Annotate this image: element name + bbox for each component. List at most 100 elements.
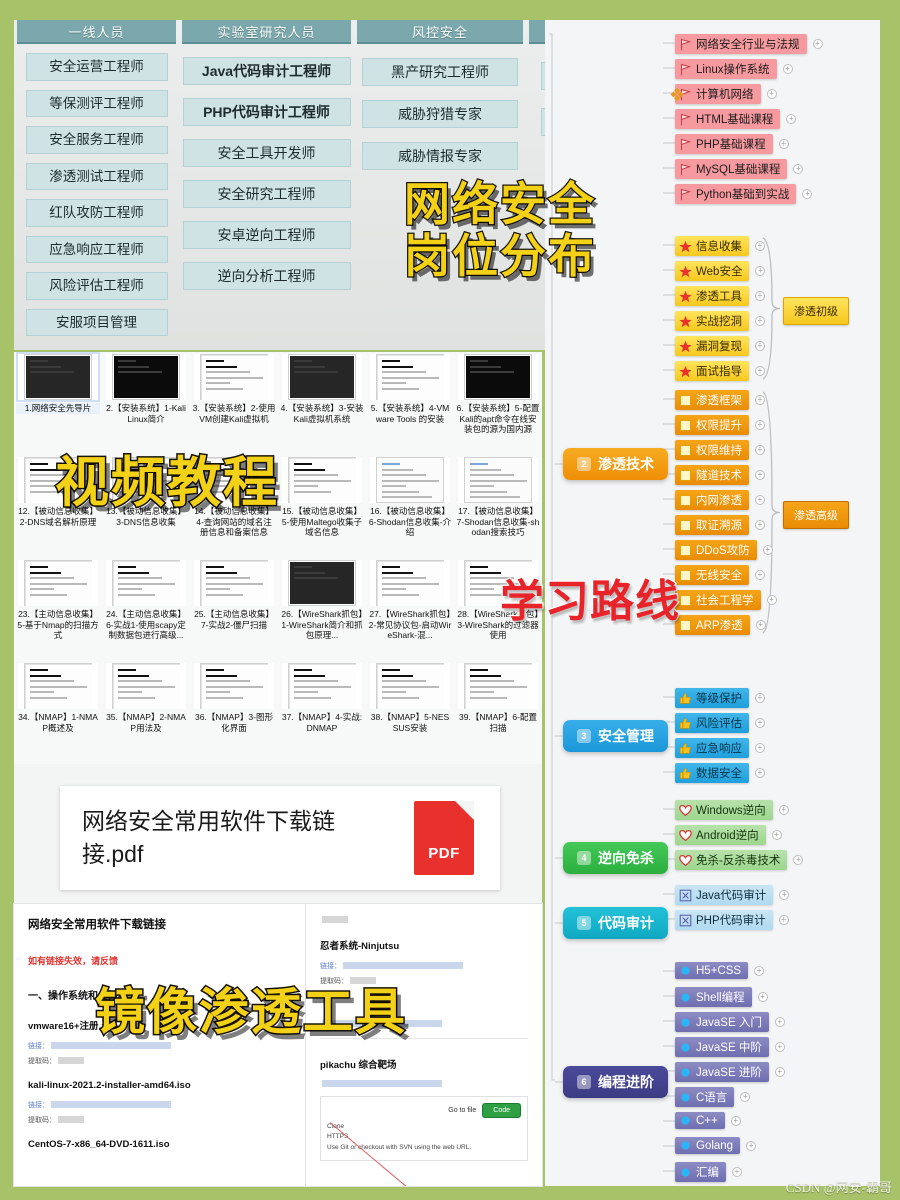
mindmap-node-pentest-basic[interactable]: Web安全 + <box>675 261 766 281</box>
expand-node-button[interactable]: + <box>755 366 765 376</box>
expand-node-button[interactable]: + <box>755 395 765 405</box>
mindmap-node-programming[interactable]: JavaSE 中阶 + <box>675 1037 785 1057</box>
expand-node-button[interactable]: + <box>778 915 789 925</box>
expand-node-button[interactable]: + <box>774 1042 785 1052</box>
expand-node-button[interactable]: + <box>755 291 765 301</box>
mindmap-node-basics[interactable]: PHP基础课程 + <box>675 134 789 154</box>
mindmap-node-pentest-basic[interactable]: 信息收集 + <box>675 236 765 256</box>
expand-node-button[interactable]: + <box>778 139 789 149</box>
expand-node-button[interactable]: + <box>782 64 793 74</box>
mindmap-node-programming[interactable]: C语言 + <box>675 1087 751 1107</box>
mindmap-node-basics[interactable]: MySQL基础课程 + <box>675 159 804 179</box>
file-link-row[interactable]: 链接： <box>28 1100 292 1110</box>
expand-node-button[interactable]: + <box>732 1167 742 1177</box>
mindmap-node-pentest-advanced[interactable]: 无线安全 + <box>675 565 765 585</box>
expand-node-button[interactable]: + <box>793 855 804 865</box>
expand-node-button[interactable]: + <box>766 89 777 99</box>
video-thumbnail-item[interactable]: 5.【安装系统】4-VMware Tools 的安装 <box>366 352 454 455</box>
mindmap-node-pentest-basic[interactable]: 漏洞复现 + <box>675 336 765 356</box>
expand-node-button[interactable]: + <box>755 768 765 778</box>
video-thumbnail-item[interactable]: 25.【主动信息收集】7-实战2-僵尸扫描 <box>190 558 278 661</box>
mindmap-node-reverse-engineering[interactable]: Windows逆向 + <box>675 800 789 820</box>
expand-node-button[interactable]: + <box>778 805 789 815</box>
video-thumbnail-item[interactable]: 16.【被动信息收集】6-Shodan信息收集-介绍 <box>366 455 454 558</box>
mindmap-node-programming[interactable]: Golang + <box>675 1137 757 1154</box>
video-thumbnail-item[interactable]: 24.【主动信息收集】6-实战1-使用scapy定制数据包进行高级... <box>102 558 190 661</box>
mindmap-node-pentest-advanced[interactable]: 渗透框架 + <box>675 390 765 410</box>
mindmap-node-pentest-basic[interactable]: 面试指导 + <box>675 361 765 381</box>
mindmap-node-pentest-advanced[interactable]: 权限提升 + <box>675 415 765 435</box>
expand-node-button[interactable]: + <box>771 830 782 840</box>
video-thumbnail-item[interactable]: 26.【WireShark抓包】1-WireShark简介和抓包原理... <box>278 558 366 661</box>
expand-node-button[interactable]: + <box>802 189 813 199</box>
expand-node-button[interactable]: + <box>755 495 765 505</box>
mindmap-node-programming[interactable]: H5+CSS + <box>675 962 765 979</box>
mindmap-branch-6[interactable]: 6 编程进阶 <box>563 1066 668 1098</box>
mindmap-node-programming[interactable]: Shell编程 + <box>675 987 768 1007</box>
mindmap-node-basics[interactable]: HTML基础课程 + <box>675 109 797 129</box>
expand-node-button[interactable]: + <box>755 341 765 351</box>
expand-node-button[interactable]: + <box>766 595 777 605</box>
mindmap-node-pentest-advanced[interactable]: 取证溯源 + <box>675 515 765 535</box>
expand-node-button[interactable]: + <box>755 316 765 326</box>
expand-node-button[interactable]: + <box>746 1140 757 1151</box>
expand-node-button[interactable]: + <box>755 520 765 530</box>
video-thumbnail-item[interactable]: 36.【NMAP】3-图形化界面 <box>190 661 278 764</box>
mindmap-node-basics[interactable]: 网络安全行业与法规 + <box>675 34 823 54</box>
mindmap-node-pentest-advanced[interactable]: 内网渗透 + <box>675 490 765 510</box>
pdf-file-card[interactable]: 网络安全常用软件下载链接.pdf PDF <box>60 786 500 890</box>
expand-node-button[interactable]: + <box>740 1092 751 1102</box>
expand-node-button[interactable]: + <box>793 164 804 174</box>
expand-node-button[interactable]: + <box>755 620 766 630</box>
video-thumbnail-item[interactable]: 23.【主动信息收集】5-基于Nmap的扫描方式 <box>14 558 102 661</box>
mindmap-node-pentest-advanced[interactable]: 隧道技术 + <box>675 465 765 485</box>
video-thumbnail-item[interactable]: 37.【NMAP】4-实战:DNMAP <box>278 661 366 764</box>
mindmap-node-reverse-engineering[interactable]: 免杀-反杀毒技术 + <box>675 850 804 870</box>
expand-node-button[interactable]: + <box>774 1017 785 1027</box>
mindmap-branch-5[interactable]: 5 代码审计 <box>563 907 668 939</box>
expand-node-button[interactable]: + <box>755 445 765 455</box>
mindmap-node-pentest-advanced[interactable]: DDoS攻防 + <box>675 540 773 560</box>
expand-node-button[interactable]: + <box>755 420 765 430</box>
expand-node-button[interactable]: + <box>755 470 765 480</box>
expand-node-button[interactable]: + <box>762 545 773 555</box>
mindmap-branch-4[interactable]: 4 逆向免杀 <box>563 842 668 874</box>
mindmap-node-programming[interactable]: 汇编 + <box>675 1162 742 1182</box>
mindmap-node-security-management[interactable]: 应急响应 + <box>675 738 765 758</box>
video-thumbnail-item[interactable]: 34.【NMAP】1-NMAP概述及 <box>14 661 102 764</box>
video-thumbnail-item[interactable]: 4.【安装系统】3-安装Kali虚拟机系统 <box>278 352 366 455</box>
mindmap-node-security-management[interactable]: 数据安全 + <box>675 763 765 783</box>
video-thumbnail-item[interactable]: 38.【NMAP】5-NESSUS安装 <box>366 661 454 764</box>
mindmap-node-security-management[interactable]: 等级保护 + <box>675 688 765 708</box>
mindmap-node-pentest-advanced[interactable]: ARP渗透 + <box>675 615 766 635</box>
mindmap-node-security-management[interactable]: 风险评估 + <box>675 713 765 733</box>
video-thumbnail-item[interactable]: 39.【NMAP】6-配置扫描 <box>454 661 542 764</box>
mindmap-node-pentest-basic[interactable]: 实战挖洞 + <box>675 311 765 331</box>
mindmap-branch-3[interactable]: 3 安全管理 <box>563 720 668 752</box>
expand-node-button[interactable]: + <box>779 890 790 900</box>
video-thumbnail-item[interactable]: 35.【NMAP】2-NMAP用法及 <box>102 661 190 764</box>
expand-node-button[interactable]: + <box>754 965 765 976</box>
mindmap-node-basics[interactable]: Python基础到实战 + <box>675 184 813 204</box>
code-button[interactable]: Code <box>482 1103 521 1118</box>
mindmap-node-code-audit[interactable]: Java代码审计 + <box>675 885 790 905</box>
mindmap-node-basics[interactable]: Linux操作系统 + <box>675 59 793 79</box>
expand-node-button[interactable]: + <box>757 992 768 1002</box>
mindmap-node-pentest-advanced[interactable]: 社会工程学 + <box>675 590 777 610</box>
expand-node-button[interactable]: + <box>786 114 797 124</box>
mindmap-node-code-audit[interactable]: PHP代码审计 + <box>675 910 789 930</box>
expand-node-button[interactable]: + <box>730 1115 741 1126</box>
expand-node-button[interactable]: + <box>755 718 765 728</box>
go-to-file-button[interactable]: Go to file <box>448 1107 476 1114</box>
expand-node-button[interactable]: + <box>812 39 823 49</box>
expand-node-button[interactable]: + <box>755 693 765 703</box>
mindmap-node-pentest-advanced[interactable]: 权限维持 + <box>675 440 765 460</box>
github-url[interactable] <box>320 1080 528 1088</box>
mindmap-node-reverse-engineering[interactable]: Android逆向 + <box>675 825 782 845</box>
mindmap-node-programming[interactable]: JavaSE 入门 + <box>675 1012 785 1032</box>
video-thumbnail-item[interactable]: 27.【WireShark抓包】2-常见协议包-启动WireShark-混... <box>366 558 454 661</box>
expand-node-button[interactable]: + <box>755 570 765 580</box>
mindmap-node-pentest-basic[interactable]: 渗透工具 + <box>675 286 765 306</box>
mindmap-node-basics[interactable]: 计算机网络 + <box>675 84 777 104</box>
mindmap-node-programming[interactable]: C++ + <box>675 1112 741 1129</box>
